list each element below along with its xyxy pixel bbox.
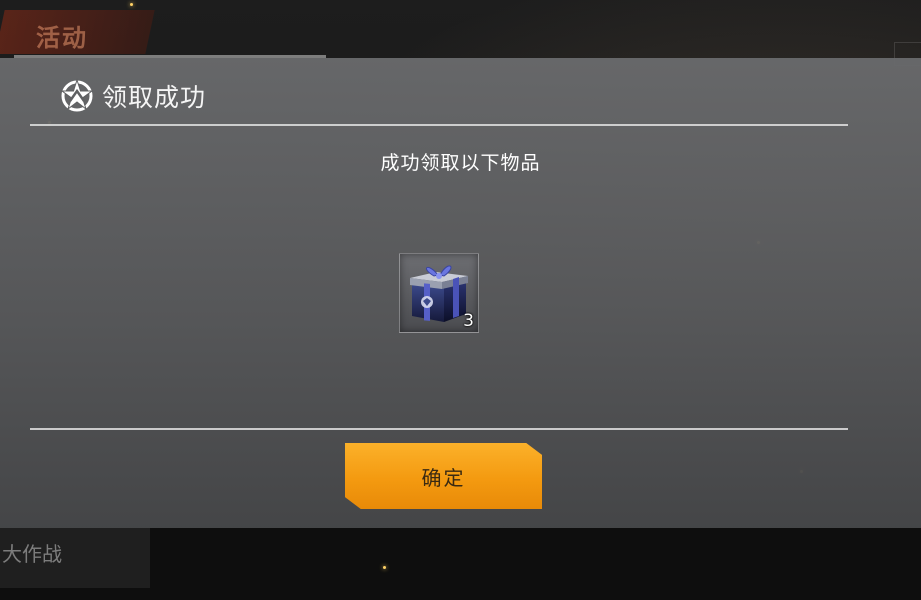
confirm-button-label: 确定 [421,465,466,490]
item-count: 3 [463,311,474,331]
dialog-top-accent [14,55,326,58]
sparkle [130,3,133,6]
sparkle [383,566,386,569]
activity-tab-label: 活动 [36,24,88,52]
dialog-title: 领取成功 [102,83,207,112]
reward-item-slot[interactable]: 3 [399,253,479,333]
reward-message: 成功领取以下物品 [380,152,541,174]
confirm-button[interactable]: 确定 [345,443,542,509]
title-divider [30,124,848,126]
footer-divider [30,428,848,430]
reward-dialog: 领取成功 成功领取以下物品 3 确定 [0,55,921,528]
dialog-title-row: 领取成功 [58,76,206,116]
star-emblem-icon [58,77,96,115]
background-event-label: 大作战 [2,542,62,566]
